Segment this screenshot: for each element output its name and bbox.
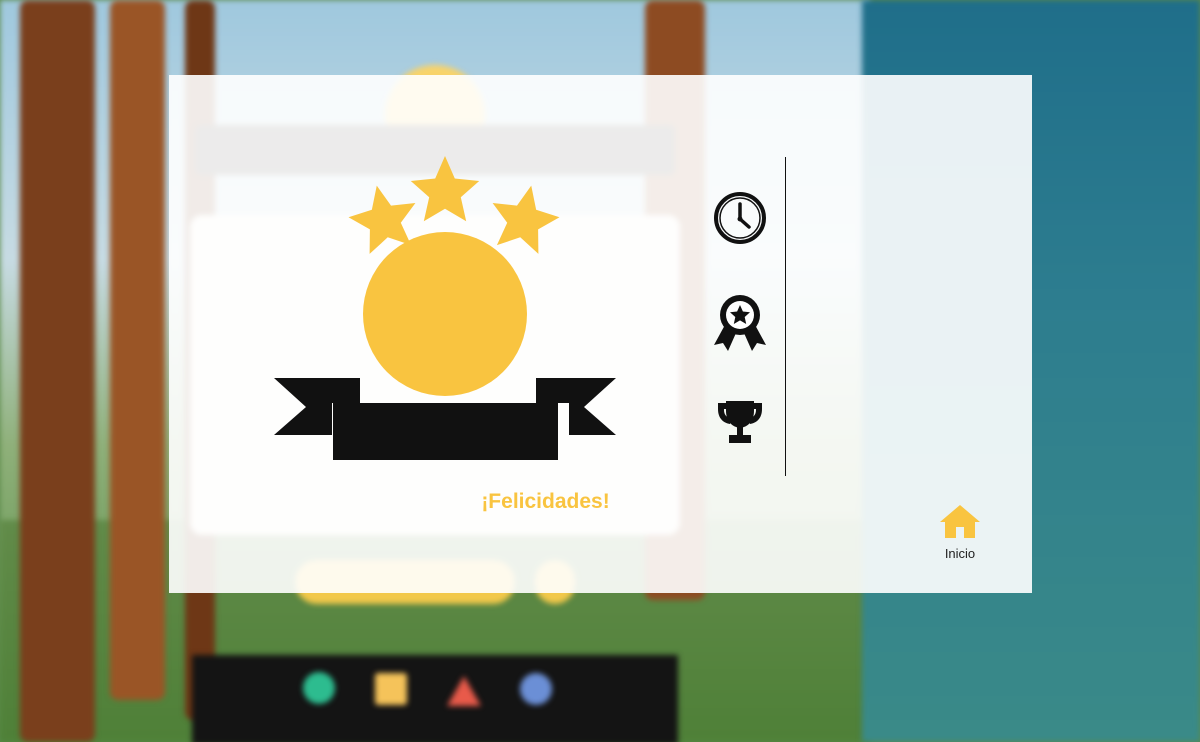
trophy-icon	[712, 397, 768, 453]
congrats-badge: ¡Felicidades!	[269, 145, 629, 513]
tree-trunk	[110, 0, 165, 700]
stats-divider	[785, 157, 786, 476]
congrats-title: ¡Felicidades!	[481, 489, 610, 513]
ribbon-band	[333, 403, 558, 460]
background-circle-shape-2	[520, 673, 552, 705]
star-icon	[492, 185, 560, 254]
results-modal: ¡Felicidades! Inicio	[169, 75, 1032, 593]
background-square-shape	[375, 673, 407, 705]
award-ribbon-icon	[712, 293, 768, 351]
background-circle-shape	[303, 672, 335, 704]
star-icon	[410, 156, 480, 222]
tree-trunk	[20, 0, 95, 742]
background-shape-dock	[192, 655, 678, 742]
background-triangle-shape	[447, 676, 481, 706]
home-icon	[940, 505, 980, 538]
medal-circle	[363, 232, 527, 396]
badge-graphic	[274, 156, 616, 460]
clock-icon	[712, 190, 768, 246]
home-label: Inicio	[944, 546, 976, 561]
home-button[interactable]: Inicio	[937, 503, 983, 561]
